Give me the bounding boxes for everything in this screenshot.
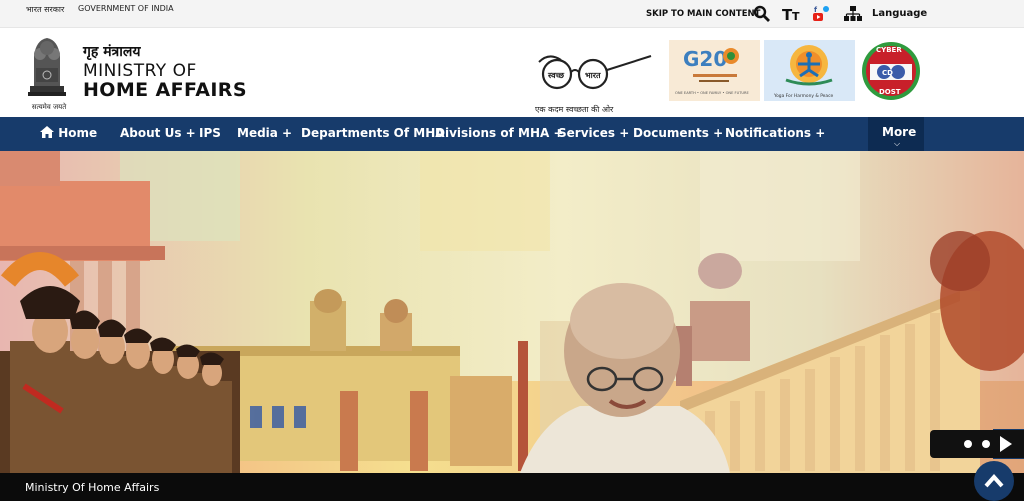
swachh-tagline: एक कदम स्वच्छता की ओर [535,105,614,114]
play-icon[interactable] [1000,436,1012,452]
yoga-day-logo[interactable]: Yoga For Harmony & Peace [764,40,855,101]
cyber-cd-text: CD [882,69,893,77]
slide-indicator-dot[interactable] [982,440,990,448]
ministry-title-hindi: गृह मंत्रालय [83,44,141,60]
nav-divisions[interactable]: Divisions of MHA + [435,126,564,140]
chevron-up-icon [984,474,1004,488]
sitemap-icon[interactable] [843,5,863,23]
swachh-bharat-logo[interactable]: स्वच्छ भारत एक कदम स्वच्छता की ओर [535,44,655,114]
hero-banner-slider: ❯ [0,151,1024,473]
slide-indicator-dot[interactable] [964,440,972,448]
hero-caption-bar: Ministry Of Home Affairs [0,473,1024,501]
ministry-title-line2: HOME AFFAIRS [83,79,247,101]
top-utility-bar: भारत सरकार GOVERNMENT OF INDIA SKIP TO M… [0,0,1024,28]
nav-notifications[interactable]: Notifications + [725,126,825,140]
scroll-to-top-button[interactable] [974,461,1014,501]
swachh-word: स्वच्छ [547,71,565,80]
nav-more-label: More [882,125,917,139]
nav-more-button[interactable]: More ⌵ [868,117,924,151]
text-size-icon[interactable]: TT [782,5,804,23]
cyber-dost-logo[interactable]: CYBER CD DOST [858,40,924,101]
hero-caption: Ministry Of Home Affairs [25,481,160,494]
site-header: सत्यमेव जयते गृह मंत्रालय MINISTRY OF HO… [0,28,1024,117]
home-icon [40,126,54,138]
nav-documents[interactable]: Documents + [633,126,723,140]
g20-logo[interactable]: G20 ONE EARTH • ONE FAMILY • ONE FUTURE [669,40,760,101]
main-navigation: Home About Us + IPS Media + Departments … [0,117,1024,151]
nav-services[interactable]: Services + [558,126,629,140]
nav-home-label: Home [58,126,98,140]
ministry-title-line1: MINISTRY OF [83,61,197,81]
dost-word: DOST [879,88,901,96]
g20-subtext: ONE EARTH • ONE FAMILY • ONE FUTURE [675,91,750,95]
slider-controls [930,430,1024,458]
social-media-icon[interactable]: f [812,5,832,23]
nav-home[interactable]: Home [40,126,97,140]
skip-to-main-content-link[interactable]: SKIP TO MAIN CONTENT [646,9,760,19]
gov-english-link[interactable]: GOVERNMENT OF INDIA [78,4,174,13]
emblem-motto: सत्यमेव जयते [31,103,67,111]
national-emblem-logo[interactable]: सत्यमेव जयते [24,34,70,112]
hero-banner-image [0,151,1024,473]
language-selector[interactable]: Language [872,8,927,19]
nav-about-us[interactable]: About Us + [120,126,196,140]
g20-text: G20 [683,47,727,71]
chevron-down-icon: ⌵ [894,139,901,148]
bharat-word: भारत [585,71,601,80]
nav-media[interactable]: Media + [237,126,292,140]
search-icon[interactable] [752,5,772,23]
nav-departments[interactable]: Departments Of MHA [301,126,445,140]
svg-text:f: f [814,6,818,14]
nav-ips[interactable]: IPS [199,126,221,140]
cyber-word: CYBER [876,46,902,54]
svg-text:T: T [792,10,800,22]
yoga-caption: Yoga For Harmony & Peace [773,93,833,99]
gov-hindi-link[interactable]: भारत सरकार [26,4,64,15]
